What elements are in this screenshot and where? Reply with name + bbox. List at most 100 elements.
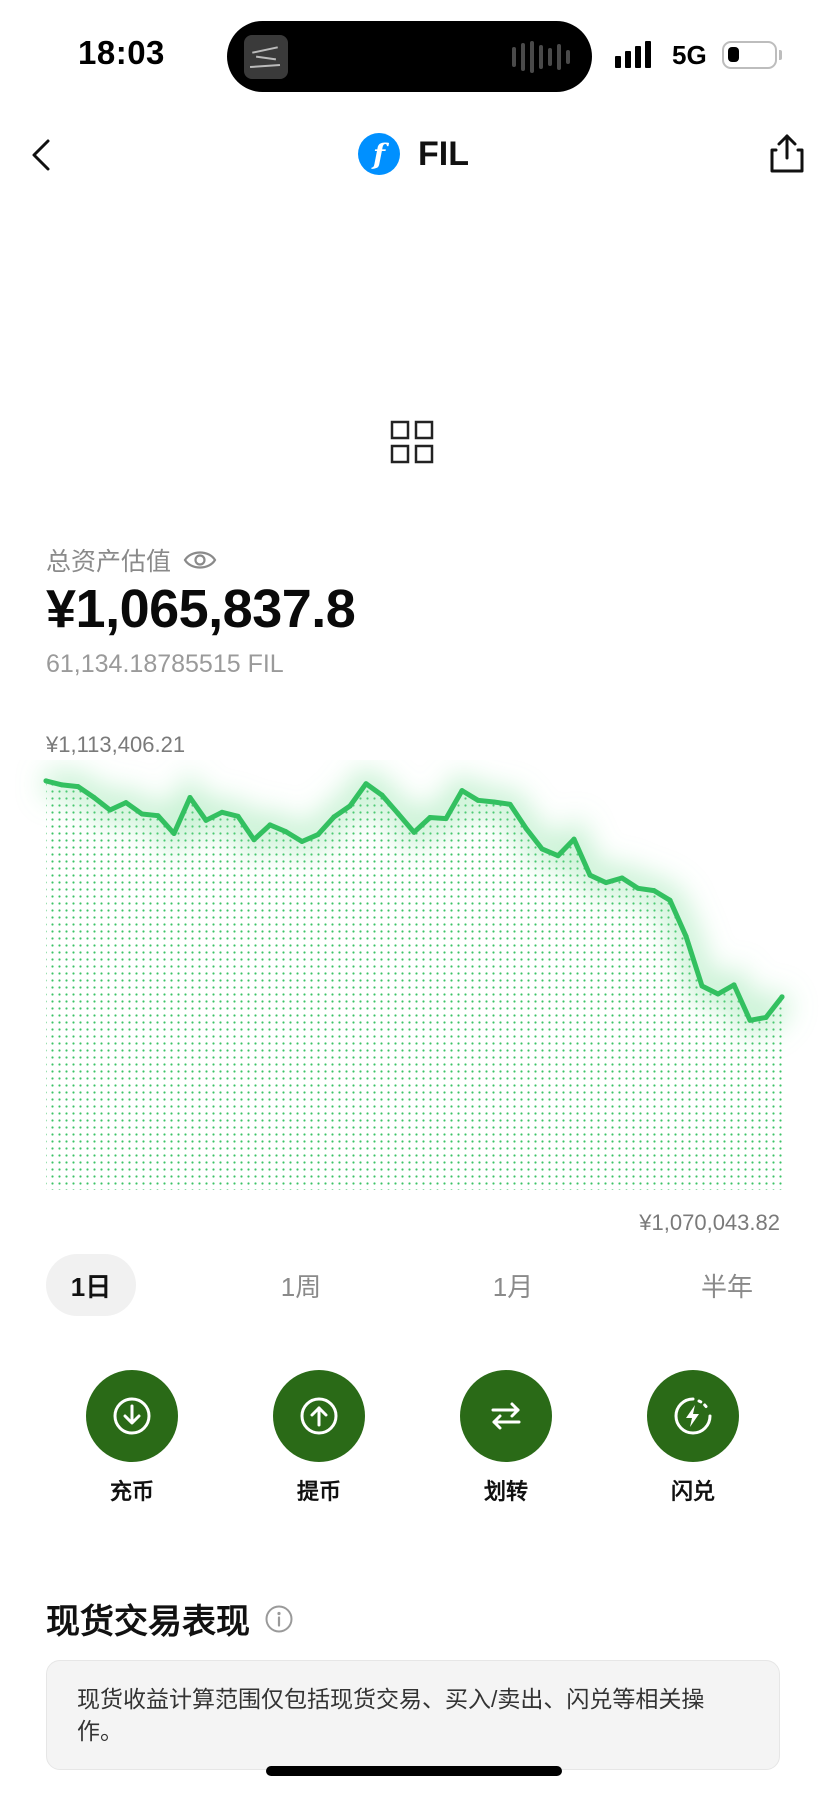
cellular-signal-icon xyxy=(615,41,651,68)
info-button[interactable] xyxy=(264,1604,294,1634)
toggle-visibility-button[interactable] xyxy=(183,547,217,573)
spot-notice: 现货收益计算范围仅包括现货交易、买入/卖出、闪兑等相关操作。 xyxy=(46,1660,780,1770)
price-chart[interactable] xyxy=(0,760,828,1210)
chart-point-9 xyxy=(187,794,193,800)
chart-point-0 xyxy=(43,778,49,784)
chart-point-27 xyxy=(475,797,481,803)
action-buttons: 充币 提币 划转 闪兑 xyxy=(0,1370,828,1510)
chart-point-39 xyxy=(667,897,673,903)
chart-point-11 xyxy=(219,809,225,815)
audio-wave-icon xyxy=(512,41,570,73)
network-type: 5G xyxy=(672,40,707,70)
coin-name: FIL xyxy=(418,134,469,173)
deposit-icon xyxy=(113,1397,151,1435)
chart-point-31 xyxy=(539,846,545,852)
tab-1-week[interactable]: 1周 xyxy=(246,1254,356,1316)
chart-point-33 xyxy=(571,836,577,842)
chart-point-14 xyxy=(267,822,273,828)
chart-point-12 xyxy=(235,813,241,819)
chart-point-36 xyxy=(619,875,625,881)
chart-max-label: ¥1,113,406.21 xyxy=(46,732,186,757)
grid-icon xyxy=(390,420,434,464)
chart-point-44 xyxy=(747,1017,753,1023)
withdraw-icon xyxy=(300,1397,338,1435)
status-bar: 18:03 5G xyxy=(0,0,828,100)
flash-swap-label: 闪兑 xyxy=(670,1479,715,1504)
chevron-left-icon xyxy=(32,139,50,171)
withdraw-button[interactable]: 提币 xyxy=(259,1370,379,1506)
withdraw-label: 提币 xyxy=(296,1479,341,1504)
share-button[interactable] xyxy=(764,131,810,177)
chart-point-32 xyxy=(555,853,561,859)
eye-icon xyxy=(183,551,217,569)
chart-point-6 xyxy=(139,811,145,817)
chart-point-26 xyxy=(459,788,465,794)
chart-point-43 xyxy=(731,982,737,988)
chart-point-38 xyxy=(651,888,657,894)
spot-performance-title: 现货交易表现 xyxy=(46,1603,250,1641)
tab-1-month[interactable]: 1月 xyxy=(458,1254,568,1316)
nav-bar: f FIL xyxy=(0,115,828,195)
back-button[interactable] xyxy=(22,133,66,177)
flash-swap-button[interactable]: 闪兑 xyxy=(633,1370,753,1506)
chart-point-21 xyxy=(379,792,385,798)
chart-point-15 xyxy=(283,829,289,835)
spot-performance-header: 现货交易表现 xyxy=(46,1594,294,1643)
chart-min-label: ¥1,070,043.82 xyxy=(639,1210,780,1235)
chart-point-1 xyxy=(59,782,65,788)
chart-point-8 xyxy=(171,830,177,836)
coin-title: f FIL xyxy=(358,133,469,175)
chart-point-45 xyxy=(763,1014,769,1020)
chart-point-24 xyxy=(427,814,433,820)
chart-point-25 xyxy=(443,816,449,822)
chart-point-23 xyxy=(411,829,417,835)
chart-point-28 xyxy=(491,799,497,805)
status-time: 18:03 xyxy=(78,34,165,71)
deposit-circle xyxy=(86,1370,178,1462)
asset-detail-page: 18:03 5G f FIL 总资产估值 ¥1,065,837.8 61,134… xyxy=(0,0,828,1795)
chart-point-19 xyxy=(347,803,353,809)
battery-tip xyxy=(779,50,782,60)
dynamic-island[interactable] xyxy=(227,21,592,92)
chart-point-34 xyxy=(587,872,593,878)
deposit-label: 充币 xyxy=(109,1479,154,1504)
total-asset-value: ¥1,065,837.8 xyxy=(46,579,356,639)
flash-swap-icon xyxy=(674,1397,712,1435)
transfer-icon xyxy=(491,1402,521,1430)
withdraw-circle xyxy=(273,1370,365,1462)
chart-point-35 xyxy=(603,880,609,886)
tab-1-day[interactable]: 1日 xyxy=(46,1254,136,1316)
chart-point-29 xyxy=(507,801,513,807)
chart-point-42 xyxy=(715,991,721,997)
share-icon xyxy=(770,134,804,173)
chart-point-22 xyxy=(395,810,401,816)
info-icon xyxy=(265,1605,293,1632)
tab-half-year[interactable]: 半年 xyxy=(672,1254,782,1316)
chart-point-17 xyxy=(315,832,321,838)
deposit-button[interactable]: 充币 xyxy=(72,1370,192,1506)
transfer-button[interactable]: 划转 xyxy=(446,1370,566,1506)
chart-point-16 xyxy=(299,838,305,844)
chart-point-3 xyxy=(91,794,97,800)
chart-point-4 xyxy=(107,807,113,813)
chart-point-20 xyxy=(363,781,369,787)
transfer-circle xyxy=(460,1370,552,1462)
flash-swap-circle xyxy=(647,1370,739,1462)
chart-point-13 xyxy=(251,837,257,843)
chart-point-30 xyxy=(523,825,529,831)
now-playing-thumbnail xyxy=(244,35,288,79)
chart-point-5 xyxy=(123,800,129,806)
transfer-label: 划转 xyxy=(483,1479,528,1504)
battery-icon xyxy=(722,41,777,69)
period-tabs: 1日 1周 1月 半年 xyxy=(46,1254,782,1316)
total-asset-label: 总资产估值 xyxy=(46,548,172,576)
home-indicator[interactable] xyxy=(266,1766,562,1776)
chart-point-7 xyxy=(155,813,161,819)
chart-point-41 xyxy=(699,983,705,989)
chart-point-46 xyxy=(779,994,785,1000)
battery-level xyxy=(728,47,739,62)
asset-label-row: 总资产估值 xyxy=(46,542,217,578)
chart-point-10 xyxy=(203,817,209,823)
chart-point-18 xyxy=(331,814,337,820)
fil-logo-icon: f xyxy=(358,133,400,175)
